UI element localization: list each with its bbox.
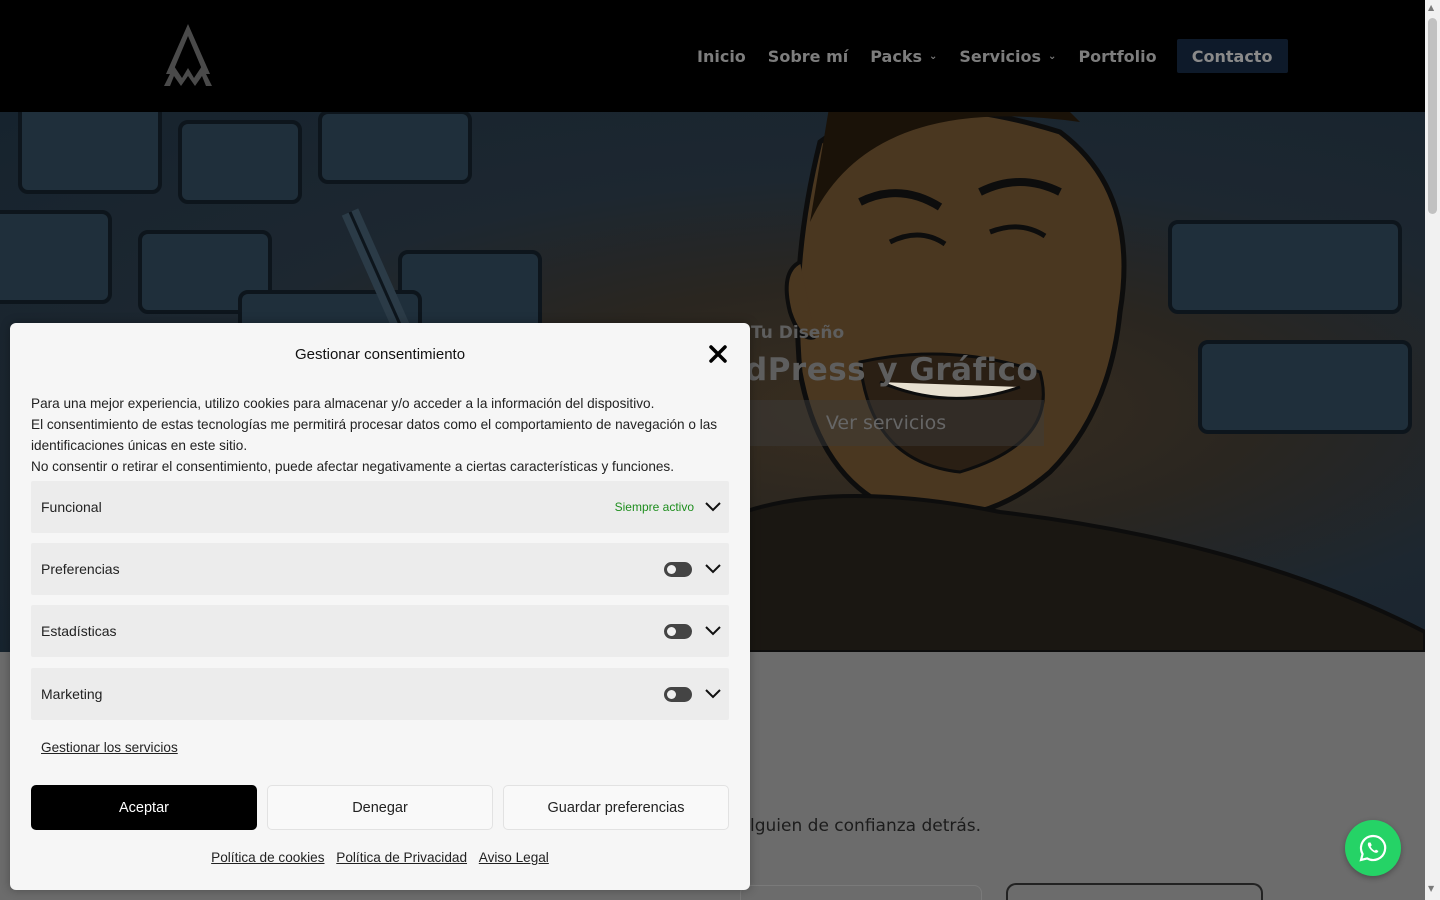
consent-category-preferencias[interactable]: Preferencias [31,543,729,595]
nav-label: Inicio [697,46,746,66]
hero-title: dPress y Gráfico [745,352,1039,388]
chevron-down-icon[interactable] [705,564,721,574]
service-card[interactable] [740,885,982,900]
close-icon[interactable] [709,345,727,363]
privacy-policy-link[interactable]: Política de Privacidad [336,850,467,865]
chevron-down-icon: ⌄ [928,50,938,62]
consent-category-funcional[interactable]: Funcional Siempre activo [31,481,729,533]
nav-item-inicio[interactable]: Inicio [697,47,746,66]
nav-item-portfolio[interactable]: Portfolio [1078,47,1156,66]
legal-notice-link[interactable]: Aviso Legal [479,850,549,865]
site-logo-icon[interactable] [162,22,214,88]
nav-label: Packs [870,46,922,66]
category-label: Preferencias [41,561,120,577]
category-label: Funcional [41,499,102,515]
lower-section-text: lguien de confianza detrás. [750,816,982,836]
save-preferences-button[interactable]: Guardar preferencias [503,785,729,830]
scroll-up-arrow-icon[interactable]: ▲ [1428,3,1434,12]
consent-description: Para una mejor experiencia, utilizo cook… [31,393,731,477]
cookie-consent-modal: Gestionar consentimiento Para una mejor … [10,323,750,890]
view-services-button[interactable]: Ver servicios [728,400,1044,446]
consent-description-line: No consentir o retirar el consentimiento… [31,459,675,474]
consent-description-line: El consentimiento de estas tecnologías m… [31,417,718,453]
service-card-highlighted[interactable] [1006,883,1263,900]
nav-item-packs[interactable]: Packs ⌄ [870,47,937,66]
site-header: Inicio Sobre mí Packs ⌄ Servicios ⌄ Portfo… [0,0,1425,112]
chevron-down-icon[interactable] [705,626,721,636]
consent-category-estadisticas[interactable]: Estadísticas [31,605,729,657]
deny-button[interactable]: Denegar [267,785,493,830]
category-label: Estadísticas [41,623,117,639]
cookie-policy-link[interactable]: Política de cookies [211,850,324,865]
category-label: Marketing [41,686,103,702]
chevron-down-icon: ⌄ [1048,50,1057,62]
scrollbar-thumb[interactable] [1428,18,1437,214]
scroll-down-arrow-icon[interactable]: ▼ [1428,884,1434,893]
chevron-down-icon[interactable] [705,689,721,699]
nav-label: Portfolio [1078,46,1157,66]
marketing-toggle[interactable] [664,686,692,702]
page-scrollbar[interactable]: ▲ ▼ [1425,0,1440,900]
chevron-down-icon[interactable] [705,502,721,512]
manage-services-link[interactable]: Gestionar los servicios [41,740,178,755]
estadisticas-toggle[interactable] [664,623,692,639]
nav-item-servicios[interactable]: Servicios ⌄ [959,47,1056,66]
nav-item-sobre-mi[interactable]: Sobre mí [768,47,848,66]
main-nav: Inicio Sobre mí Packs ⌄ Servicios ⌄ Portfo… [697,39,1288,73]
always-active-badge: Siempre activo [614,500,694,514]
consent-title: Gestionar consentimiento [294,346,466,363]
accept-button[interactable]: Aceptar [31,785,257,830]
preferencias-toggle[interactable] [664,561,692,577]
nav-label: Sobre mí [767,46,849,66]
whatsapp-button[interactable] [1345,820,1401,876]
hero-subtitle: Tu Diseño [751,323,845,343]
nav-label: Servicios [959,46,1042,66]
consent-category-marketing[interactable]: Marketing [31,668,729,720]
whatsapp-icon [1359,834,1387,862]
consent-description-line: Para una mejor experiencia, utilizo cook… [31,396,655,411]
contact-button[interactable]: Contacto [1176,39,1288,73]
consent-footer-links: Política de cookies Política de Privacid… [10,850,750,865]
